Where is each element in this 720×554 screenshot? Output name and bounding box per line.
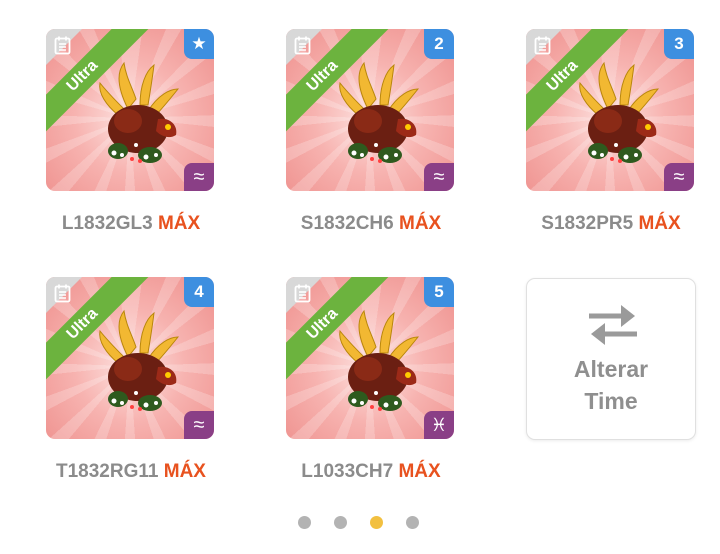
notes-icon[interactable]	[54, 284, 71, 303]
slot-number-badge: 5	[424, 277, 454, 307]
level-max: MÁX	[398, 461, 441, 482]
level-max: MÁX	[638, 213, 681, 234]
team-slot-2: Ultra 2 ≈ S1832CH6 MÁX	[286, 29, 456, 235]
pisces-element-icon: ♓	[424, 411, 454, 439]
monster-card[interactable]: Ultra 2 ≈	[286, 29, 454, 191]
notes-icon[interactable]	[54, 36, 71, 55]
water-element-icon: ≈	[664, 163, 694, 191]
change-team-line-1: Alterar	[573, 356, 649, 382]
water-element-icon: ≈	[424, 163, 454, 191]
monster-label: S1832PR5 MÁX	[526, 213, 696, 235]
team-slot-4: Ultra 4 ≈ T1832RG11 MÁX	[46, 277, 216, 483]
monster-label: S1832CH6 MÁX	[286, 213, 456, 235]
change-team-label: Alterar Time	[527, 353, 695, 417]
monster-id: S1832CH6	[300, 213, 394, 234]
monster-image	[99, 61, 180, 163]
slot-number-badge: 2	[424, 29, 454, 59]
page-dot[interactable]	[298, 516, 311, 529]
monster-id: L1832GL3	[61, 213, 153, 234]
monster-image	[339, 61, 420, 163]
monster-label: L1832GL3 MÁX	[46, 213, 216, 235]
water-element-icon: ≈	[184, 411, 214, 439]
monster-label: L1033CH7 MÁX	[286, 461, 456, 483]
monster-image	[579, 61, 660, 163]
monster-id: S1832PR5	[541, 213, 634, 234]
slot-number-badge: 4	[184, 277, 214, 307]
monster-card[interactable]: Ultra ★ ≈	[46, 29, 214, 191]
monster-card[interactable]: Ultra 3 ≈	[526, 29, 694, 191]
water-element-icon: ≈	[184, 163, 214, 191]
page-dot[interactable]	[406, 516, 419, 529]
notes-icon[interactable]	[534, 36, 551, 55]
change-team-line-2: Time	[584, 388, 638, 414]
change-team-button[interactable]: Alterar Time	[526, 278, 696, 440]
team-slot-1: Ultra ★ ≈ L1832GL3 MÁX	[46, 29, 216, 235]
monster-card[interactable]: Ultra 5 ♓	[286, 277, 454, 439]
team-slot-3: Ultra 3 ≈ S1832PR5 MÁX	[526, 29, 696, 235]
monster-image	[99, 309, 180, 411]
level-max: MÁX	[157, 213, 201, 234]
star-icon: ★	[184, 29, 214, 59]
notes-icon[interactable]	[294, 36, 311, 55]
monster-id: T1832RG11	[56, 461, 159, 482]
level-max: MÁX	[163, 461, 206, 482]
page-dot[interactable]	[334, 516, 347, 529]
notes-icon[interactable]	[294, 284, 311, 303]
monster-card[interactable]: Ultra 4 ≈	[46, 277, 214, 439]
swap-arrows-icon	[589, 305, 637, 345]
monster-label: T1832RG11 MÁX	[46, 461, 216, 483]
level-max: MÁX	[399, 213, 442, 234]
slot-number-badge: 3	[664, 29, 694, 59]
monster-image	[339, 309, 420, 411]
page-dot-active[interactable]	[370, 516, 383, 529]
team-slot-5: Ultra 5 ♓ L1033CH7 MÁX	[286, 277, 456, 483]
monster-id: L1033CH7	[301, 461, 394, 482]
